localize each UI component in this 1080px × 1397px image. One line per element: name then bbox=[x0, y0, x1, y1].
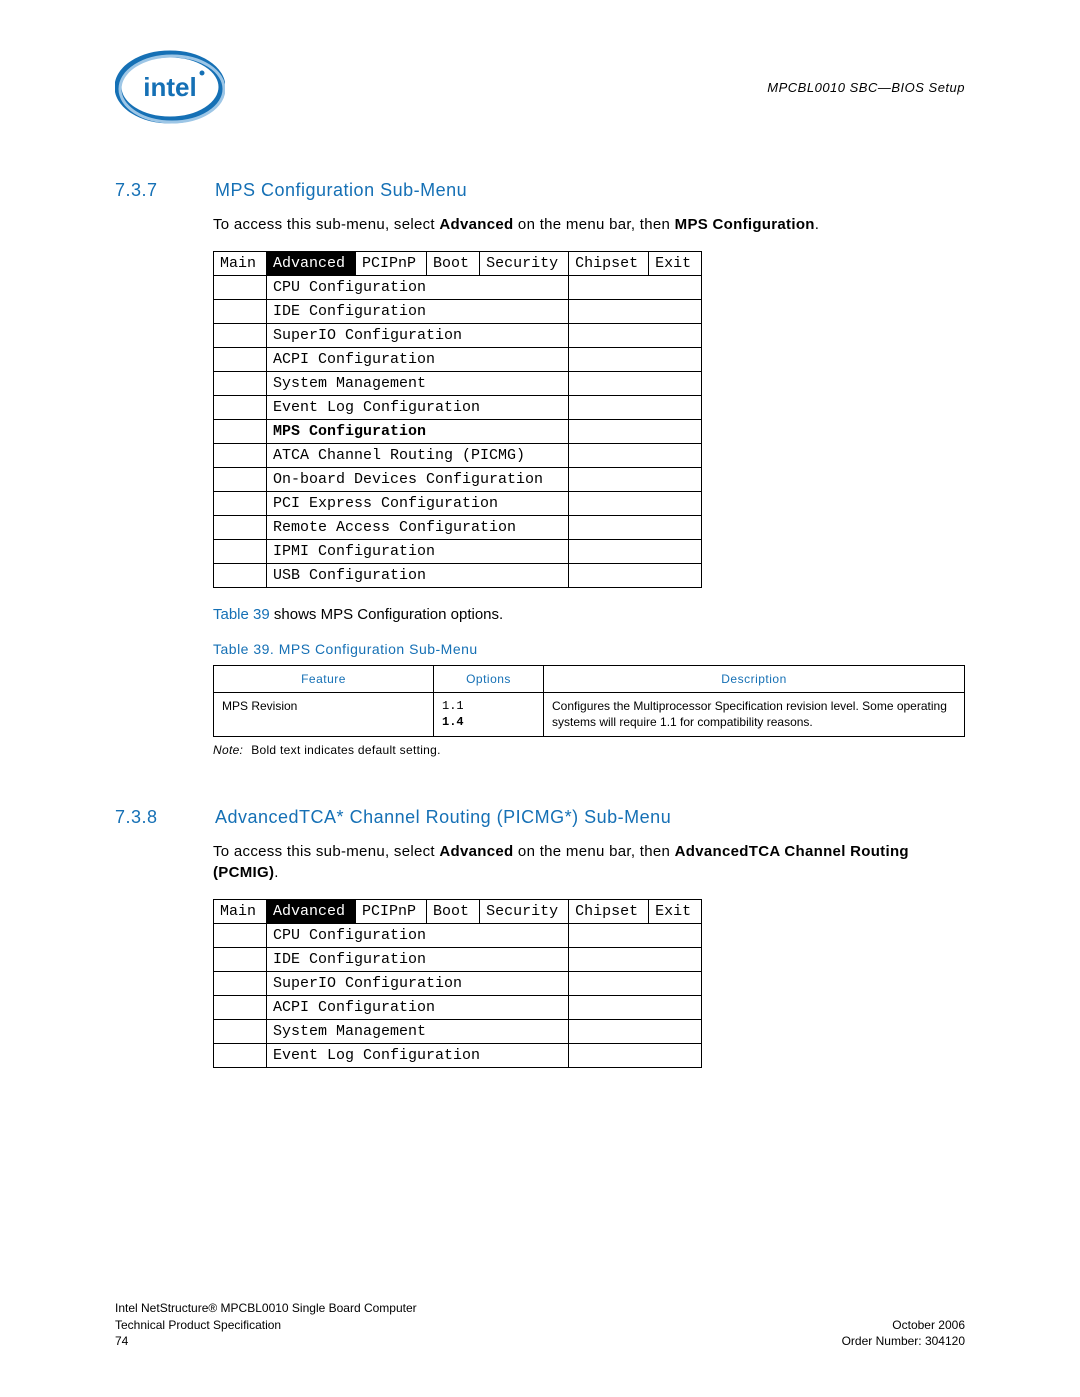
menu1-item: System Management bbox=[267, 372, 569, 396]
menu1-item: ACPI Configuration bbox=[267, 348, 569, 372]
doc-header-right: MPCBL0010 SBC—BIOS Setup bbox=[767, 50, 965, 95]
menu2-item: ACPI Configuration bbox=[267, 995, 569, 1019]
section-number: 7.3.8 bbox=[115, 807, 175, 828]
footer-left: Intel NetStructure® MPCBL0010 Single Boa… bbox=[115, 1300, 417, 1349]
section-heading-738: 7.3.8 AdvancedTCA* Channel Routing (PICM… bbox=[115, 807, 965, 828]
menu1-item: IDE Configuration bbox=[267, 300, 569, 324]
menu1-item: CPU Configuration bbox=[267, 276, 569, 300]
menu2-item: IDE Configuration bbox=[267, 947, 569, 971]
menu-chipset: Chipset bbox=[569, 899, 649, 923]
section-number: 7.3.7 bbox=[115, 180, 175, 201]
table-39-link: Table 39 bbox=[213, 606, 270, 623]
section-intro-738: To access this sub-menu, select Advanced… bbox=[213, 842, 965, 883]
menu2-item: System Management bbox=[267, 1019, 569, 1043]
section-title: MPS Configuration Sub-Menu bbox=[215, 180, 467, 201]
menu1-item: Remote Access Configuration bbox=[267, 516, 569, 540]
menu-advanced: Advanced bbox=[267, 252, 356, 276]
menu-bar-row: Main Advanced PCIPnP Boot Security Chips… bbox=[214, 252, 702, 276]
menu1-item: SuperIO Configuration bbox=[267, 324, 569, 348]
bios-menu-table-2: Main Advanced PCIPnP Boot Security Chips… bbox=[213, 899, 702, 1068]
menu2-item: Event Log Configuration bbox=[267, 1043, 569, 1067]
menu-security: Security bbox=[480, 899, 569, 923]
section-heading-737: 7.3.7 MPS Configuration Sub-Menu bbox=[115, 180, 965, 201]
td-description: Configures the Multiprocessor Specificat… bbox=[544, 693, 965, 737]
menu-bar-row: Main Advanced PCIPnP Boot Security Chips… bbox=[214, 899, 702, 923]
menu-main: Main bbox=[214, 899, 267, 923]
menu-boot: Boot bbox=[427, 899, 480, 923]
th-description: Description bbox=[544, 666, 965, 693]
th-feature: Feature bbox=[214, 666, 434, 693]
page-footer: Intel NetStructure® MPCBL0010 Single Boa… bbox=[115, 1300, 965, 1349]
menu1-item-selected: MPS Configuration bbox=[267, 420, 569, 444]
menu-pcipnp: PCIPnP bbox=[356, 899, 427, 923]
menu-exit: Exit bbox=[649, 252, 702, 276]
table-note: Note:Bold text indicates default setting… bbox=[213, 743, 965, 757]
menu2-item: CPU Configuration bbox=[267, 923, 569, 947]
menu-boot: Boot bbox=[427, 252, 480, 276]
svg-text:intel: intel bbox=[143, 72, 196, 102]
menu-main: Main bbox=[214, 252, 267, 276]
table-39-caption: Table 39. MPS Configuration Sub-Menu bbox=[213, 641, 965, 657]
menu-security: Security bbox=[480, 252, 569, 276]
section-intro-737: To access this sub-menu, select Advanced… bbox=[213, 215, 965, 235]
menu1-item: On-board Devices Configuration bbox=[267, 468, 569, 492]
table-reference-line: Table 39 shows MPS Configuration options… bbox=[213, 606, 965, 623]
menu-exit: Exit bbox=[649, 899, 702, 923]
td-options: 1.1 1.4 bbox=[434, 693, 544, 737]
intel-logo: intel bbox=[115, 50, 225, 130]
footer-right: October 2006 Order Number: 304120 bbox=[842, 1300, 965, 1349]
menu1-item: Event Log Configuration bbox=[267, 396, 569, 420]
th-options: Options bbox=[434, 666, 544, 693]
menu-chipset: Chipset bbox=[569, 252, 649, 276]
table-39: Feature Options Description MPS Revision… bbox=[213, 665, 965, 737]
menu1-item: PCI Express Configuration bbox=[267, 492, 569, 516]
td-feature: MPS Revision bbox=[214, 693, 434, 737]
section-title: AdvancedTCA* Channel Routing (PICMG*) Su… bbox=[215, 807, 671, 828]
menu2-item: SuperIO Configuration bbox=[267, 971, 569, 995]
menu1-item: IPMI Configuration bbox=[267, 540, 569, 564]
bios-menu-table-1: Main Advanced PCIPnP Boot Security Chips… bbox=[213, 251, 702, 588]
menu1-item: ATCA Channel Routing (PICMG) bbox=[267, 444, 569, 468]
page-header: intel MPCBL0010 SBC—BIOS Setup bbox=[115, 50, 965, 130]
menu-pcipnp: PCIPnP bbox=[356, 252, 427, 276]
menu-advanced: Advanced bbox=[267, 899, 356, 923]
menu1-item: USB Configuration bbox=[267, 564, 569, 588]
